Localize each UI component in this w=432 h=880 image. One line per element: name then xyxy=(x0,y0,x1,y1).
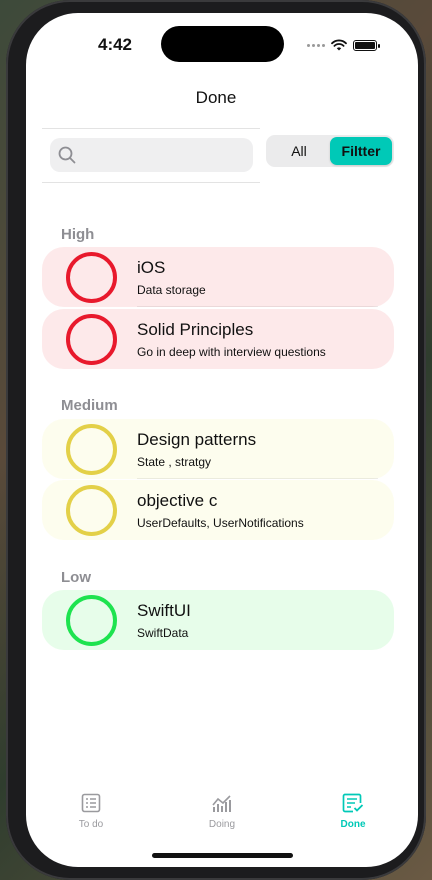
device-frame: 4:42 Done All Filtter High iOS Data stor… xyxy=(6,0,426,880)
task-row[interactable]: Solid Principles Go in deep with intervi… xyxy=(42,309,394,369)
chart-icon xyxy=(212,795,231,812)
home-indicator xyxy=(152,853,293,858)
row-divider xyxy=(137,306,378,307)
tab-doing[interactable]: Doing xyxy=(177,793,267,830)
task-subtitle: Go in deep with interview questions xyxy=(137,345,326,359)
tab-label: Done xyxy=(340,819,366,830)
search-field[interactable] xyxy=(50,138,253,172)
task-title: iOS xyxy=(137,258,166,277)
priority-ring-icon[interactable] xyxy=(66,314,117,365)
row-divider xyxy=(137,478,378,479)
screen: 4:42 Done All Filtter High iOS Data stor… xyxy=(26,13,418,867)
list-icon xyxy=(81,793,101,813)
section-header-high: High xyxy=(61,226,95,243)
filter-all-option[interactable]: All xyxy=(268,137,330,165)
tab-label: Doing xyxy=(208,819,236,830)
task-title: SwiftUI xyxy=(137,601,191,620)
priority-ring-icon[interactable] xyxy=(66,252,117,303)
task-row[interactable]: objective c UserDefaults, UserNotificati… xyxy=(42,480,394,540)
section-header-low: Low xyxy=(61,569,91,586)
divider xyxy=(42,128,260,129)
task-subtitle: SwiftData xyxy=(137,626,189,640)
task-row[interactable]: Design patterns State , stratgy xyxy=(42,419,394,479)
section-header-medium: Medium xyxy=(61,397,118,414)
task-title: Solid Principles xyxy=(137,320,254,339)
tab-bar: To do Doing Done xyxy=(26,785,418,845)
tab-done[interactable]: Done xyxy=(308,793,398,830)
tab-to-do[interactable]: To do xyxy=(46,793,136,830)
filter-filtter-option[interactable]: Filtter xyxy=(330,137,392,165)
task-title: objective c xyxy=(137,491,218,510)
priority-ring-icon[interactable] xyxy=(66,424,117,475)
priority-ring-icon[interactable] xyxy=(66,595,117,646)
search-icon xyxy=(58,146,76,164)
divider xyxy=(42,182,260,183)
task-subtitle: UserDefaults, UserNotifications xyxy=(137,516,304,530)
dynamic-island xyxy=(161,26,284,62)
page-title: Done xyxy=(195,88,237,107)
priority-ring-icon[interactable] xyxy=(66,485,117,536)
task-subtitle: Data storage xyxy=(137,283,206,297)
task-title: Design patterns xyxy=(137,430,257,449)
status-time: 4:42 xyxy=(97,35,133,54)
wifi-icon xyxy=(331,39,347,51)
status-icons xyxy=(307,39,380,51)
done-list-icon xyxy=(342,793,364,813)
task-subtitle: State , stratgy xyxy=(137,455,212,469)
task-row[interactable]: SwiftUI SwiftData xyxy=(42,590,394,650)
task-row[interactable]: iOS Data storage xyxy=(42,247,394,307)
tab-label: To do xyxy=(78,819,104,830)
battery-icon xyxy=(353,39,380,51)
cellular-icon xyxy=(307,43,325,47)
filter-segmented-control[interactable]: All Filtter xyxy=(266,135,394,167)
